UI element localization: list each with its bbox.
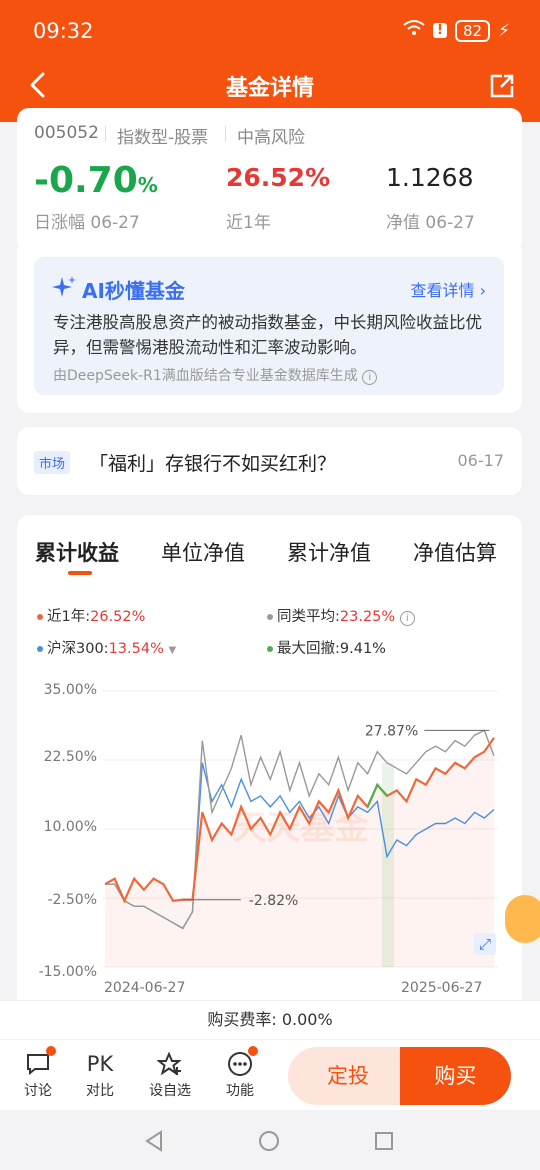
- nav-back-icon[interactable]: [143, 1130, 165, 1152]
- notification-dot: [46, 1046, 56, 1056]
- discuss-button[interactable]: 讨论: [8, 1046, 68, 1100]
- tab-cumulative-return[interactable]: 累计收益: [35, 537, 119, 567]
- status-time: 09:32: [33, 19, 94, 43]
- sparkle-icon: [52, 276, 76, 297]
- fixed-investment-button[interactable]: 定投: [288, 1047, 408, 1105]
- app-header: 09:32 ! 82 ⚡ 基金详情: [0, 0, 540, 122]
- ai-summary-text: 专注港股高股息资产的被动指数基金，中长期风险收益比优异，但需警惕港股流动性和汇率…: [53, 313, 482, 357]
- star-plus-icon: [157, 1052, 182, 1076]
- x-tick-end: 2025-06-27: [401, 980, 483, 996]
- info-icon[interactable]: i: [399, 611, 415, 626]
- news-item[interactable]: 市场 「福利」存银行不如买红利？ 06-17: [17, 427, 522, 495]
- page-title: 基金详情: [225, 76, 314, 101]
- share-icon[interactable]: [488, 72, 516, 100]
- wifi-icon: [403, 19, 425, 42]
- min-label: -2.82%: [249, 893, 299, 909]
- pk-icon: PK: [86, 1052, 114, 1076]
- legend-dot: [267, 646, 273, 652]
- year-return: 26.52%: [226, 163, 331, 192]
- news-date: 06-17: [457, 451, 505, 470]
- purchase-fee: 购买费率: 0.00%: [0, 1000, 540, 1039]
- news-tag: 市场: [34, 451, 71, 474]
- chevron-right-icon: ›: [479, 281, 486, 300]
- nav-home-icon[interactable]: [258, 1130, 280, 1152]
- legend-dot: [37, 646, 43, 652]
- divider: [225, 126, 226, 142]
- y-tick: 22.50%: [43, 749, 97, 765]
- x-tick-start: 2024-06-27: [104, 980, 186, 996]
- divider: [105, 126, 106, 142]
- fund-area: [105, 737, 494, 967]
- fund-info-card: 005052 指数型-股票 中高风险 -0.70% 日涨幅 06-27 26.5…: [17, 108, 522, 254]
- info-icon[interactable]: i: [362, 370, 378, 385]
- nav-value: 1.1268: [386, 163, 474, 192]
- return-chart[interactable]: 天天基金27.87%-2.82%: [103, 685, 498, 975]
- notification-dot: [248, 1046, 258, 1056]
- tab-cumulative-nav[interactable]: 累计净值: [287, 537, 371, 567]
- add-watchlist-button[interactable]: 设自选: [140, 1048, 200, 1100]
- news-title: 「福利」存银行不如买红利？: [89, 453, 337, 475]
- alert-icon: !: [433, 23, 447, 38]
- ai-summary-box[interactable]: AI秒懂基金 查看详情 › 专注港股高股息资产的被动指数基金，中长期风险收益比优…: [34, 257, 504, 395]
- fund-code: 005052: [34, 123, 99, 143]
- battery-level: 82: [454, 19, 491, 42]
- ai-title: AI秒懂基金: [82, 279, 185, 303]
- year-return-label: 近1年: [226, 213, 271, 233]
- daily-change-label: 日涨幅 06-27: [34, 213, 140, 233]
- legend-dot: [267, 614, 273, 620]
- nav-label: 净值 06-27: [386, 213, 475, 233]
- functions-button[interactable]: 功能: [210, 1046, 270, 1100]
- y-tick: 35.00%: [43, 682, 97, 698]
- ai-source: 由DeepSeek-R1满血版结合专业基金数据库生成 i: [53, 365, 378, 385]
- bottom-action-bar: 讨论 PK 对比 设自选 功能 定投 购买: [0, 1040, 540, 1110]
- max-label: 27.87%: [365, 723, 418, 739]
- ai-detail-link[interactable]: 查看详情 ›: [410, 277, 486, 301]
- legend-drawdown: 最大回撤:9.41%: [267, 637, 386, 658]
- system-nav-bar: [0, 1110, 540, 1170]
- chart-card: 累计收益 单位净值 累计净值 净值估算 近1年:26.52% 同类平均:23.2…: [17, 515, 522, 1000]
- fund-type: 指数型-股票: [117, 128, 209, 148]
- tab-underline: [68, 571, 92, 575]
- legend-dot: [37, 614, 43, 620]
- charging-icon: ⚡: [498, 20, 510, 41]
- mascot-icon[interactable]: [505, 895, 540, 943]
- tab-nav-estimate[interactable]: 净值估算: [413, 537, 497, 567]
- y-tick: -15.00%: [38, 964, 97, 980]
- chat-icon: [27, 1054, 49, 1076]
- tab-unit-nav[interactable]: 单位净值: [161, 537, 245, 567]
- compare-button[interactable]: PK 对比: [70, 1048, 130, 1100]
- ai-summary-card: AI秒懂基金 查看详情 › 专注港股高股息资产的被动指数基金，中长期风险收益比优…: [17, 248, 522, 413]
- legend-hs300[interactable]: 沪深300:13.54% ▼: [37, 637, 176, 658]
- y-tick: -2.50%: [47, 892, 97, 908]
- fund-risk: 中高风险: [237, 128, 305, 148]
- legend-fund: 近1年:26.52%: [37, 605, 145, 626]
- status-icons: ! 82 ⚡: [403, 19, 510, 42]
- daily-change: -0.70%: [34, 160, 158, 201]
- expand-icon[interactable]: ⤢: [474, 933, 496, 955]
- y-tick: 10.00%: [43, 819, 97, 835]
- dropdown-icon: ▼: [168, 645, 177, 656]
- nav-recent-icon[interactable]: [374, 1131, 394, 1151]
- buy-button[interactable]: 购买: [400, 1047, 511, 1105]
- legend-peer: 同类平均:23.25% i: [267, 605, 415, 626]
